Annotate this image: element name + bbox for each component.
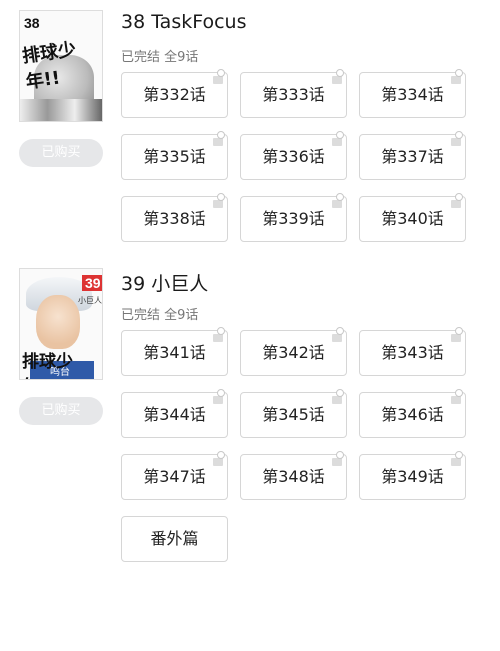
lock-icon (213, 76, 223, 84)
lock-shackle-icon (217, 389, 225, 397)
chapter-button[interactable]: 第339话 (240, 193, 347, 242)
lock-icon (332, 334, 342, 342)
chapter-label: 第333话 (262, 85, 325, 104)
lock-icon (451, 138, 461, 146)
chapter-button[interactable]: 第343话 (359, 327, 466, 376)
chapter-button[interactable]: 第334话 (359, 69, 466, 118)
chapter-label: 第344话 (143, 405, 206, 424)
chapter-label: 第339话 (262, 209, 325, 228)
lock-shackle-icon (217, 327, 225, 335)
lock-icon (451, 76, 461, 84)
volume-title[interactable]: 39 小巨人 (121, 269, 208, 296)
chapter-label: 第345话 (262, 405, 325, 424)
lock-icon (213, 334, 223, 342)
chapter-label: 第336话 (262, 147, 325, 166)
chapter-label: 番外篇 (150, 529, 199, 548)
chapter-button[interactable]: 第347话 (121, 451, 228, 500)
lock-icon (451, 200, 461, 208)
volume-status: 已完结 全9话 (121, 50, 199, 65)
lock-shackle-icon (455, 131, 463, 139)
chapter-button[interactable]: 第342话 (240, 327, 347, 376)
lock-shackle-icon (217, 451, 225, 459)
lock-shackle-icon (336, 193, 344, 201)
chapter-button[interactable]: 第344话 (121, 389, 228, 438)
lock-shackle-icon (217, 69, 225, 77)
chapter-button[interactable]: 第346话 (359, 389, 466, 438)
lock-icon (332, 138, 342, 146)
lock-icon (451, 396, 461, 404)
lock-icon (332, 458, 342, 466)
cover-art (36, 295, 80, 349)
lock-icon (332, 76, 342, 84)
lock-shackle-icon (455, 193, 463, 201)
chapter-button[interactable]: 第335话 (121, 131, 228, 180)
chapter-label: 第346话 (381, 405, 444, 424)
cover-title-art: 排球少年!! (22, 352, 73, 379)
lock-shackle-icon (336, 389, 344, 397)
chapter-button[interactable]: 第336话 (240, 131, 347, 180)
chapter-label: 第341话 (143, 343, 206, 362)
chapter-button[interactable]: 第349话 (359, 451, 466, 500)
volume-cover-38[interactable]: 38 排球少年!! (19, 10, 103, 122)
lock-shackle-icon (336, 451, 344, 459)
volume-title[interactable]: 38 TaskFocus (121, 11, 247, 33)
chapter-label: 第337话 (381, 147, 444, 166)
lock-shackle-icon (455, 451, 463, 459)
purchased-badge: 已购买 (19, 139, 103, 167)
lock-icon (213, 200, 223, 208)
lock-icon (213, 458, 223, 466)
chapter-button[interactable]: 第341话 (121, 327, 228, 376)
lock-icon (213, 138, 223, 146)
chapter-label: 第342话 (262, 343, 325, 362)
chapter-button[interactable]: 第333话 (240, 69, 347, 118)
chapter-button[interactable]: 第332话 (121, 69, 228, 118)
chapter-button[interactable]: 第345话 (240, 389, 347, 438)
cover-volume-number: 39 (82, 275, 102, 291)
chapter-label: 第349话 (381, 467, 444, 486)
lock-shackle-icon (336, 69, 344, 77)
volume-cover-39[interactable]: 鸣台 39 小巨人 排球少年!! (19, 268, 103, 380)
lock-icon (451, 458, 461, 466)
chapter-label: 第343话 (381, 343, 444, 362)
lock-shackle-icon (217, 131, 225, 139)
lock-shackle-icon (336, 327, 344, 335)
chapter-label: 第348话 (262, 467, 325, 486)
volume-status: 已完结 全9话 (121, 308, 199, 323)
lock-icon (213, 396, 223, 404)
lock-shackle-icon (455, 327, 463, 335)
chapter-label: 第347话 (143, 467, 206, 486)
chapter-label: 第338话 (143, 209, 206, 228)
lock-icon (332, 200, 342, 208)
purchased-badge: 已购买 (19, 397, 103, 425)
lock-shackle-icon (455, 389, 463, 397)
chapter-label: 第335话 (143, 147, 206, 166)
extra-chapter-button[interactable]: 番外篇 (121, 516, 228, 562)
lock-shackle-icon (455, 69, 463, 77)
chapter-button[interactable]: 第337话 (359, 131, 466, 180)
chapter-label: 第332话 (143, 85, 206, 104)
chapter-label: 第340话 (381, 209, 444, 228)
chapter-button[interactable]: 第340话 (359, 193, 466, 242)
lock-shackle-icon (217, 193, 225, 201)
chapter-label: 第334话 (381, 85, 444, 104)
cover-volume-number: 38 (24, 15, 40, 31)
cover-subtitle: 小巨人 (78, 296, 102, 305)
cover-art-stripe (20, 99, 102, 121)
lock-icon (332, 396, 342, 404)
chapter-button[interactable]: 第338话 (121, 193, 228, 242)
lock-icon (451, 334, 461, 342)
lock-shackle-icon (336, 131, 344, 139)
chapter-button[interactable]: 第348话 (240, 451, 347, 500)
